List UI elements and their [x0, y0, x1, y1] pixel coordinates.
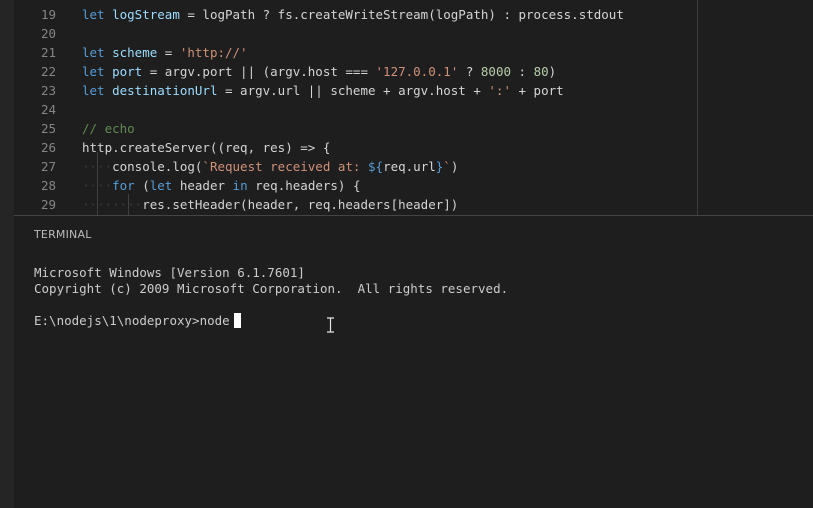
- code-line[interactable]: 27 ····console.log(`Request received at: …: [14, 157, 813, 176]
- code-token: `: [443, 159, 451, 174]
- code-line[interactable]: 28 ····for (let header in req.headers) {: [14, 176, 813, 195]
- code-token: destinationUrl: [112, 83, 218, 98]
- code-line[interactable]: 25 // echo: [14, 119, 813, 138]
- code-token: :: [511, 64, 534, 79]
- code-line[interactable]: 24: [14, 100, 813, 119]
- code-token: 8000: [480, 64, 511, 79]
- line-number: 25: [40, 121, 56, 136]
- code-token: 80: [533, 64, 549, 79]
- terminal-prompt-line[interactable]: E:\nodejs\1\nodeproxy>node: [34, 313, 241, 329]
- terminal-output-line: Microsoft Windows [Version 6.1.7601]: [34, 265, 305, 280]
- code-text: ········res.setHeader(header, req.header…: [82, 195, 458, 214]
- code-line[interactable]: 21 let scheme = 'http://': [14, 43, 813, 62]
- code-token: 'http://': [179, 45, 248, 60]
- code-token: in: [232, 178, 248, 193]
- line-number: 29: [40, 197, 56, 212]
- terminal-prompt: E:\nodejs\1\nodeproxy>: [34, 313, 200, 328]
- code-token: req.url: [383, 159, 436, 174]
- code-text: let logStream = logPath ? fs.createWrite…: [82, 5, 624, 24]
- code-token: res.setHeader(header, req.headers[header…: [142, 197, 459, 212]
- code-line[interactable]: 29 ········res.setHeader(header, req.head…: [14, 195, 813, 214]
- code-token: + port: [510, 83, 564, 98]
- code-token: ${: [368, 159, 384, 174]
- code-token: port: [112, 64, 143, 79]
- code-token: =: [157, 45, 180, 60]
- text-cursor-icon: [327, 317, 334, 333]
- code-editor[interactable]: 19 let logStream = logPath ? fs.createWri…: [14, 0, 813, 215]
- code-text: let destinationUrl = argv.url || scheme …: [82, 81, 564, 100]
- code-token: for: [112, 178, 135, 193]
- code-text: http.createServer((req, res) => {: [82, 138, 330, 157]
- code-token: let: [82, 45, 113, 60]
- line-number: 20: [40, 26, 56, 41]
- code-token: header: [172, 178, 233, 193]
- line-number: 27: [40, 159, 56, 174]
- code-token: = argv.port || (argv.host ===: [142, 64, 376, 79]
- terminal-cursor: [233, 313, 241, 328]
- code-token: ':': [488, 83, 511, 98]
- code-line[interactable]: 20: [14, 24, 813, 43]
- code-token: logStream: [112, 7, 180, 22]
- code-token: ): [548, 64, 557, 79]
- code-token: ····: [82, 178, 113, 193]
- code-token: let: [82, 64, 113, 79]
- code-line[interactable]: 26 http.createServer((req, res) => {: [14, 138, 813, 157]
- code-text: // echo: [82, 119, 135, 138]
- terminal-panel[interactable]: TERMINAL Microsoft Windows [Version 6.1.…: [14, 216, 813, 508]
- code-token: console.log(: [112, 159, 203, 174]
- code-token: http.createServer((req, res) => {: [82, 140, 331, 155]
- code-token: // echo: [82, 121, 135, 136]
- code-token: let: [82, 83, 113, 98]
- code-token: req.headers) {: [247, 178, 361, 193]
- terminal-panel-title[interactable]: TERMINAL: [34, 228, 92, 241]
- code-token: (: [134, 178, 150, 193]
- code-token: ····: [82, 159, 113, 174]
- code-line[interactable]: 22 let port = argv.port || (argv.host ===…: [14, 62, 813, 81]
- code-token: scheme: [112, 45, 158, 60]
- code-line[interactable]: 19 let logStream = logPath ? fs.createWri…: [14, 5, 813, 24]
- line-number: 23: [40, 83, 56, 98]
- code-token: = argv.url || scheme + argv.host +: [217, 83, 489, 98]
- code-text: let port = argv.port || (argv.host === '…: [82, 62, 556, 81]
- code-token: `Request received at:: [202, 159, 368, 174]
- code-token: ?: [458, 64, 481, 79]
- terminal-input[interactable]: node: [200, 313, 230, 328]
- line-number: 28: [40, 178, 56, 193]
- code-token: '127.0.0.1': [375, 64, 459, 79]
- code-line[interactable]: 23 let destinationUrl = argv.url || schem…: [14, 81, 813, 100]
- code-token: ): [450, 159, 459, 174]
- terminal-output-line: Copyright (c) 2009 Microsoft Corporation…: [34, 281, 509, 296]
- code-text: ····for (let header in req.headers) {: [82, 176, 361, 195]
- code-text: ····console.log(`Request received at: ${…: [82, 157, 458, 176]
- code-token: let: [149, 178, 173, 193]
- code-token: = logPath ? fs.createWriteStream(logPath…: [179, 7, 624, 22]
- line-number: 24: [40, 102, 56, 117]
- line-number: 21: [40, 45, 56, 60]
- line-number: 26: [40, 140, 56, 155]
- code-token: ········: [82, 197, 143, 212]
- code-token: let: [82, 7, 113, 22]
- code-text: let scheme = 'http://': [82, 43, 248, 62]
- line-number: 19: [40, 7, 56, 22]
- line-number: 22: [40, 64, 56, 79]
- activity-bar-edge: [0, 0, 14, 508]
